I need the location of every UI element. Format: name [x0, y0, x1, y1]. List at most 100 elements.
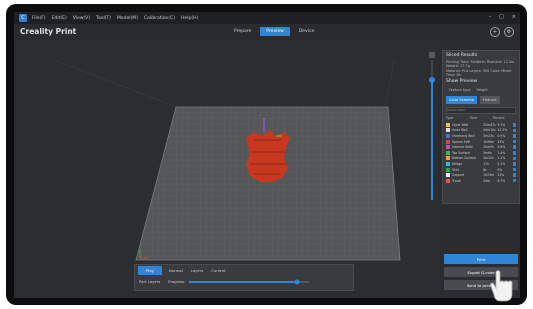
build-plate-grid: [136, 107, 400, 260]
header-type: Type: [446, 116, 454, 120]
layer-slider-fill: [431, 80, 433, 200]
playback-row-2: Part Layers Progress: [135, 276, 353, 287]
preview-section-title: Show Preview: [446, 79, 478, 84]
current-label: Current: [211, 268, 226, 273]
legend-row[interactable]: Support 1h23m 23%: [446, 172, 517, 178]
header-percent: Percent: [492, 116, 505, 120]
settings-icon[interactable]: ⚙: [504, 27, 514, 37]
maximize-button[interactable]: □: [499, 14, 504, 20]
visibility-checkbox[interactable]: [512, 139, 517, 144]
visibility-checkbox[interactable]: [512, 128, 517, 133]
filter-search-input[interactable]: Search filter: [446, 107, 516, 114]
row-name: Support: [452, 173, 465, 178]
color-swatch: [446, 156, 450, 161]
legend-rows: Outer Wall 32m47s 9.1% Inner Wall 44m10s 12.3…: [443, 122, 519, 184]
legend-row[interactable]: Overhang Wall 3m23s 0.9%: [446, 133, 517, 139]
menu-tool[interactable]: Tool(T): [96, 16, 111, 21]
info-line-1: Printing Time: 5h58min Filament: 12.3m W…: [446, 60, 515, 68]
layer-slider-top-handle[interactable]: [429, 52, 435, 58]
row-percent: 0%: [497, 167, 503, 172]
legend-row[interactable]: Travel 24m 6.7%: [446, 178, 517, 184]
legend-header: Type Time Percent: [446, 116, 516, 120]
close-button[interactable]: ×: [512, 14, 516, 20]
row-name: Internal Solid: [452, 145, 473, 150]
add-icon[interactable]: +: [490, 27, 500, 37]
layer-slider[interactable]: [428, 52, 436, 202]
row-percent: 33%: [497, 139, 505, 144]
visibility-checkbox[interactable]: [512, 178, 517, 183]
legend-row[interactable]: Sparse Infill 1h58m 33%: [446, 139, 517, 145]
title-bar: C File(F) Edit(E) View(V) Tool(T) Model(…: [14, 12, 520, 24]
row-name: Skirt: [452, 167, 460, 172]
row-name: Top Surface: [452, 150, 470, 155]
toggle-height[interactable]: Height: [476, 88, 487, 92]
scheme-buttons: Color Scheme Feature: [446, 96, 516, 104]
tab-prepare[interactable]: Prepare: [228, 27, 257, 36]
visibility-checkbox[interactable]: [512, 156, 517, 161]
menu-calibration[interactable]: Calibration(C): [144, 16, 175, 21]
row-name: Outer Wall: [452, 122, 469, 127]
layers-label: Layers: [190, 268, 204, 273]
part-layers-label: Part Layers: [139, 279, 161, 284]
app-header: Creality Print Prepare Preview Device + …: [14, 24, 520, 40]
row-percent: 12.3%: [497, 128, 508, 133]
menu-file[interactable]: File(F): [32, 16, 46, 21]
row-percent: 1.4%: [497, 150, 506, 155]
row-name: Bottom Surface: [452, 156, 477, 161]
menu-model[interactable]: Model(M): [117, 16, 138, 21]
toggle-feature-type[interactable]: Feature type: [449, 88, 470, 92]
minimize-button[interactable]: –: [489, 14, 492, 20]
legend-row[interactable]: Top Surface 5m6s 1.4%: [446, 150, 517, 156]
3d-viewport[interactable]: [14, 40, 438, 298]
row-time: 8s: [483, 167, 487, 172]
row-time: 32m47s: [483, 122, 496, 127]
legend-row[interactable]: Inner Wall 44m10s 12.3%: [446, 128, 517, 134]
row-percent: 0.9%: [497, 133, 506, 138]
menu-help[interactable]: Help(H): [181, 16, 198, 21]
row-time: 3m23s: [483, 133, 494, 138]
menu-edit[interactable]: Edit(E): [52, 16, 67, 21]
legend-row[interactable]: Bottom Surface 3m52s 1.1%: [446, 156, 517, 162]
visibility-checkbox[interactable]: [512, 123, 517, 127]
legend-row[interactable]: Outer Wall 32m47s 9.1%: [446, 122, 517, 128]
hand-pointer-icon: [490, 270, 513, 302]
legend-row[interactable]: Bridge 17s 0.1%: [446, 161, 517, 167]
progress-label: Progress: [168, 279, 185, 284]
tab-device[interactable]: Device: [293, 27, 320, 36]
progress-fill: [188, 280, 297, 283]
preview-toggles: Feature type Height: [446, 87, 516, 93]
color-scheme-button[interactable]: Color Scheme: [446, 96, 477, 104]
speed-label[interactable]: Normal: [169, 268, 183, 273]
layer-slider-handle[interactable]: [429, 77, 435, 83]
visibility-checkbox[interactable]: [512, 173, 517, 177]
visibility-checkbox[interactable]: [512, 162, 517, 166]
visibility-checkbox[interactable]: [512, 145, 517, 149]
row-time: 20m9s: [483, 145, 494, 150]
row-percent: 23%: [497, 173, 505, 178]
row-time: 5m6s: [483, 150, 492, 155]
color-swatch: [446, 161, 450, 166]
row-time: 3m52s: [483, 156, 494, 161]
visibility-checkbox[interactable]: [512, 167, 517, 172]
legend-row[interactable]: Internal Solid 20m9s 5.6%: [446, 144, 517, 150]
play-button[interactable]: Play: [138, 266, 162, 275]
row-percent: 9.1%: [497, 122, 506, 127]
color-swatch: [446, 122, 450, 127]
feature-button[interactable]: Feature: [479, 96, 500, 104]
row-percent: 6.7%: [497, 178, 506, 183]
tab-preview[interactable]: Preview: [260, 27, 290, 36]
menu-view[interactable]: View(V): [73, 16, 90, 21]
app-window: C File(F) Edit(E) View(V) Tool(T) Model(…: [14, 12, 520, 298]
legend-row[interactable]: Skirt 8s 0%: [446, 167, 517, 173]
color-swatch: [446, 173, 450, 178]
header-time: Time: [469, 116, 478, 120]
print-button[interactable]: Print: [444, 254, 518, 264]
row-percent: 1.1%: [497, 156, 506, 161]
visibility-checkbox[interactable]: [512, 151, 517, 155]
color-swatch: [446, 178, 450, 183]
color-swatch: [446, 145, 450, 150]
progress-slider[interactable]: [188, 279, 309, 285]
sliced-results-panel: Sliced Results Printing Time: 5h58min Fi…: [442, 50, 520, 204]
progress-handle[interactable]: [294, 279, 299, 284]
visibility-checkbox[interactable]: [512, 134, 517, 138]
